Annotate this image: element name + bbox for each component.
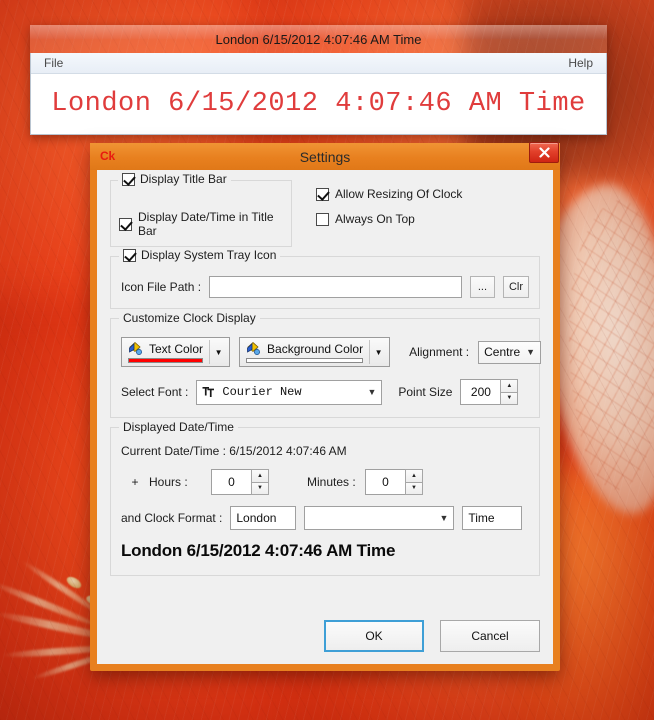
clock-window: London 6/15/2012 4:07:46 AM Time File He… [30, 25, 607, 135]
display-datetime-checkbox[interactable] [119, 217, 132, 231]
clock-display-text: London 6/15/2012 4:07:46 AM Time [51, 89, 586, 119]
current-datetime-label: Current Date/Time : 6/15/2012 4:07:46 AM [121, 444, 347, 458]
minutes-stepper[interactable]: 0 ▲ ▼ [365, 469, 423, 495]
paint-bucket-icon [129, 341, 142, 355]
clock-window-frame: File Help London 6/15/2012 4:07:46 AM Ti… [30, 53, 607, 135]
chevron-down-icon: ▼ [526, 347, 536, 357]
text-color-label: Text Color [149, 341, 204, 356]
settings-dialog: Ck Settings Display Title Bar Display Da… [90, 142, 560, 671]
displayed-datetime-legend: Displayed Date/Time [119, 420, 238, 434]
customize-clock-display-group: Customize Clock Display Text Color ▼ Bac… [110, 311, 542, 418]
hours-label: Hours : [149, 475, 188, 489]
offset-row: + Hours : 0 ▲ ▼ Minutes : 0 ▲ ▼ [121, 469, 529, 495]
clock-title-bar[interactable]: London 6/15/2012 4:07:46 AM Time [30, 25, 607, 53]
icon-path-row: Icon File Path : ... Clr [121, 276, 529, 298]
color-and-alignment-row: Text Color ▼ Background Color ▼ Alignmen… [121, 337, 542, 367]
clear-path-button[interactable]: Clr [502, 276, 529, 298]
menu-help[interactable]: Help [564, 55, 597, 71]
app-mark-label: Ck [100, 149, 115, 163]
clock-menu-bar: File Help [31, 53, 606, 74]
customize-clock-display-legend: Customize Clock Display [119, 311, 260, 325]
minutes-down-arrow[interactable]: ▼ [405, 481, 423, 495]
always-on-top-label: Always On Top [335, 212, 415, 226]
hours-stepper[interactable]: 0 ▲ ▼ [211, 469, 269, 495]
allow-resizing-option[interactable]: Allow Resizing Of Clock [316, 187, 540, 201]
display-title-bar-checkbox[interactable] [122, 172, 135, 186]
always-on-top-option[interactable]: Always On Top [316, 212, 540, 226]
point-size-label: Point Size [398, 385, 453, 399]
ok-button[interactable]: OK [324, 620, 424, 652]
chevron-down-icon: ▼ [439, 513, 449, 523]
clock-format-row: and Clock Format : London ▼ Time [121, 506, 529, 530]
display-tray-icon-option[interactable]: Display System Tray Icon [119, 248, 281, 262]
clock-display-area: London 6/15/2012 4:07:46 AM Time [31, 74, 606, 134]
title-bar-options-group: Display Title Bar Display Date/Time in T… [110, 172, 292, 247]
hours-value[interactable]: 0 [211, 469, 251, 495]
clock-window-title: London 6/15/2012 4:07:46 AM Time [215, 31, 422, 47]
menu-file[interactable]: File [40, 55, 67, 71]
display-title-bar-label: Display Title Bar [140, 172, 227, 186]
display-datetime-option[interactable]: Display Date/Time in Title Bar [119, 210, 283, 238]
format-select[interactable]: ▼ [304, 506, 455, 530]
display-options-row: Display Title Bar Display Date/Time in T… [110, 172, 540, 247]
dialog-footer: OK Cancel [110, 620, 540, 652]
allow-resizing-label: Allow Resizing Of Clock [335, 187, 463, 201]
select-font-label: Select Font : [121, 385, 189, 399]
background-color-dropdown-arrow[interactable]: ▼ [370, 340, 387, 364]
close-x-glyph [538, 147, 550, 158]
text-color-dropdown-arrow[interactable]: ▼ [210, 340, 227, 364]
point-size-down-arrow[interactable]: ▼ [500, 391, 519, 405]
system-tray-group: Display System Tray Icon Icon File Path … [110, 248, 540, 309]
format-suffix-input[interactable]: Time [462, 506, 523, 530]
format-preview-text: London 6/15/2012 4:07:46 AM Time [121, 541, 396, 560]
paint-bucket-icon [247, 341, 261, 355]
icon-file-path-input[interactable] [209, 276, 462, 298]
icon-file-path-label: Icon File Path : [121, 280, 202, 294]
allow-resizing-checkbox[interactable] [316, 187, 329, 201]
settings-title-bar[interactable]: Ck Settings [90, 142, 560, 170]
alignment-label: Alignment : [409, 345, 470, 359]
clock-format-label: and Clock Format : [121, 511, 223, 525]
clock-behavior-options: Allow Resizing Of Clock Always On Top [292, 180, 540, 247]
minutes-label: Minutes : [307, 475, 356, 489]
hours-up-arrow[interactable]: ▲ [251, 469, 269, 482]
display-tray-icon-checkbox[interactable] [123, 248, 136, 262]
background-color-button[interactable]: Background Color ▼ [239, 337, 391, 367]
close-icon[interactable] [529, 142, 559, 163]
font-value: Courier New [222, 385, 302, 399]
chevron-down-icon: ▼ [367, 387, 377, 397]
minutes-up-arrow[interactable]: ▲ [405, 469, 423, 482]
background-color-swatch [246, 358, 364, 363]
background-color-label: Background Color [267, 341, 364, 356]
format-prefix-input[interactable]: London [230, 506, 297, 530]
font-select[interactable]: Courier New ▼ [196, 379, 383, 405]
point-size-stepper[interactable]: 200 ▲ ▼ [460, 379, 519, 405]
settings-body: Display Title Bar Display Date/Time in T… [97, 170, 553, 664]
display-title-bar-option[interactable]: Display Title Bar [118, 172, 231, 186]
text-color-swatch [128, 358, 204, 363]
minutes-value[interactable]: 0 [365, 469, 405, 495]
point-size-up-arrow[interactable]: ▲ [500, 379, 519, 392]
point-size-value[interactable]: 200 [460, 379, 501, 405]
font-row: Select Font : Courier New ▼ Point Size 2… [121, 379, 529, 405]
cancel-button[interactable]: Cancel [440, 620, 540, 652]
browse-button[interactable]: ... [469, 276, 495, 298]
plus-sign-label: + [131, 475, 139, 489]
alignment-value: Centre [484, 345, 521, 359]
display-datetime-label: Display Date/Time in Title Bar [138, 210, 274, 238]
display-tray-icon-label: Display System Tray Icon [141, 248, 277, 262]
always-on-top-checkbox[interactable] [316, 212, 329, 226]
hours-down-arrow[interactable]: ▼ [251, 481, 269, 495]
text-color-button[interactable]: Text Color ▼ [121, 337, 231, 367]
alignment-select[interactable]: Centre ▼ [478, 340, 542, 364]
displayed-datetime-group: Displayed Date/Time Current Date/Time : … [110, 420, 540, 576]
settings-title: Settings [299, 148, 351, 165]
truetype-icon [202, 387, 215, 397]
